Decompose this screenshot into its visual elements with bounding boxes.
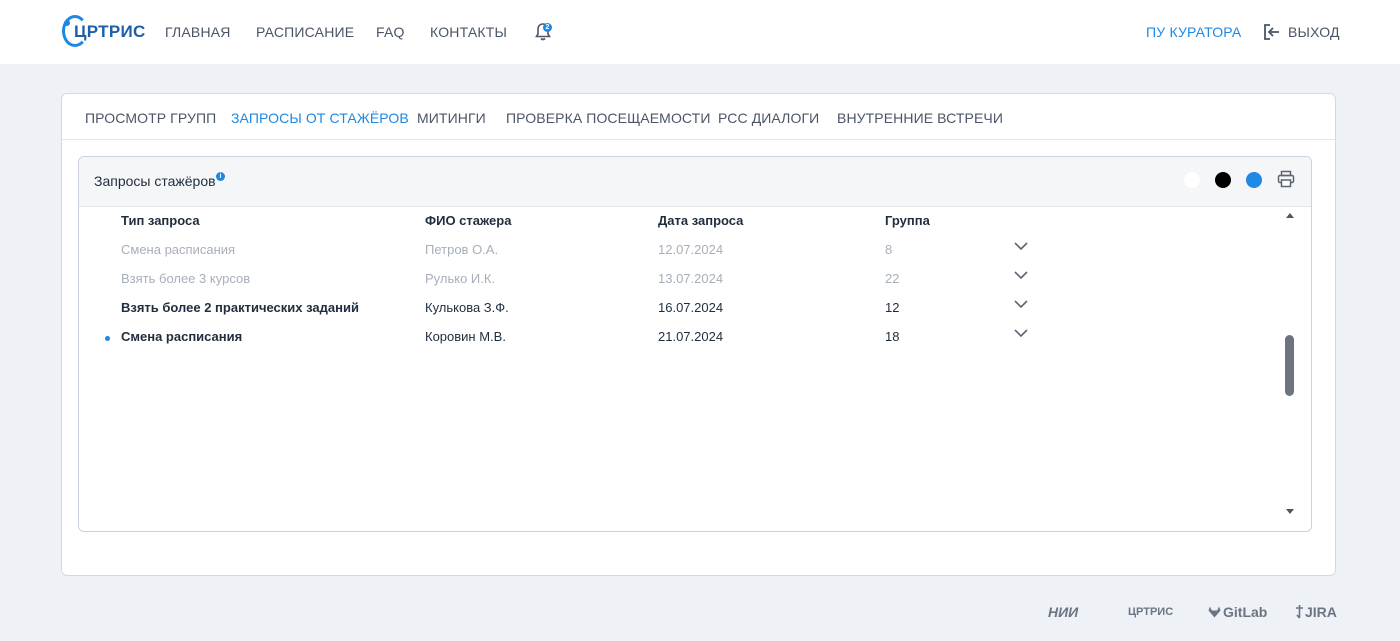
tab-rss-dialogs[interactable]: РСС ДИАЛОГИ — [718, 110, 819, 126]
jira-label: JIRA — [1305, 604, 1337, 620]
tab-meetings[interactable]: МИТИНГИ — [417, 110, 486, 126]
cell-intern-name: Коровин М.В. — [425, 329, 506, 344]
table-row[interactable]: Смена расписания Коровин М.В. 21.07.2024… — [79, 323, 1279, 352]
footer-logo-crtris[interactable]: ЦРТРИС — [1128, 606, 1173, 618]
col-header-date[interactable]: Дата запроса — [658, 213, 743, 228]
theme-blue-swatch[interactable] — [1246, 172, 1262, 188]
col-header-type[interactable]: Тип запроса — [121, 213, 200, 228]
scroll-up-arrow-icon[interactable] — [1286, 213, 1294, 218]
nav-contacts[interactable]: КОНТАКТЫ — [430, 24, 507, 40]
jira-icon — [1296, 605, 1303, 619]
logo[interactable]: ЦРТРИС — [62, 14, 145, 48]
top-navbar: ЦРТРИС ГЛАВНАЯ РАСПИСАНИЕ FAQ КОНТАКТЫ 2… — [0, 0, 1400, 64]
chevron-down-icon[interactable] — [1013, 327, 1029, 339]
cell-request-type: Взять более 3 курсов — [121, 271, 251, 286]
logo-dot-icon — [64, 20, 70, 26]
printer-icon — [1277, 170, 1295, 188]
logo-text: ЦРТРИС — [74, 22, 146, 41]
scroll-down-arrow-icon[interactable] — [1286, 509, 1294, 514]
unread-indicator — [105, 336, 110, 341]
print-button[interactable] — [1277, 170, 1297, 190]
curator-panel-link[interactable]: ПУ КУРАТОРА — [1146, 24, 1241, 40]
notifications-bell-icon[interactable]: 2 — [534, 22, 554, 44]
chevron-down-icon[interactable] — [1013, 298, 1029, 310]
table-row[interactable]: Взять более 2 практических заданий Кульк… — [79, 294, 1279, 323]
card-title: Запросы стажёров — [94, 173, 216, 189]
notification-count-badge: 2 — [543, 23, 552, 32]
logout-icon — [1264, 24, 1279, 40]
theme-black-swatch[interactable] — [1215, 172, 1231, 188]
scrollbar-thumb[interactable] — [1285, 335, 1294, 396]
footer-logo-nii[interactable]: НИИ — [1048, 604, 1078, 620]
cell-group: 8 — [885, 242, 893, 257]
tab-attendance-check[interactable]: ПРОВЕРКА ПОСЕЩАЕМОСТИ — [506, 110, 711, 126]
table-row[interactable]: Взять более 3 курсов Рулько И.К. 13.07.2… — [79, 265, 1279, 294]
cell-request-type: Взять более 2 практических заданий — [121, 300, 359, 315]
col-header-group[interactable]: Группа — [885, 213, 930, 228]
tab-internal-meetings[interactable]: ВНУТРЕННИЕ ВСТРЕЧИ — [837, 110, 1003, 126]
card-header: Запросы стажёров i — [79, 157, 1311, 207]
requests-card: Запросы стажёров i Тип запроса ФИО стаже… — [78, 156, 1312, 532]
chevron-down-icon[interactable] — [1013, 269, 1029, 281]
cell-request-date: 21.07.2024 — [658, 329, 724, 344]
cell-group: 12 — [885, 300, 900, 315]
chevron-down-icon[interactable] — [1013, 240, 1029, 252]
cell-request-type: Смена расписания — [121, 242, 236, 257]
col-header-name[interactable]: ФИО стажера — [425, 213, 511, 228]
tab-bar: ПРОСМОТР ГРУПП ЗАПРОСЫ ОТ СТАЖЁРОВ МИТИН… — [62, 94, 1335, 140]
table-scrollbar[interactable] — [1283, 211, 1297, 515]
logout-button[interactable]: ВЫХОД — [1262, 22, 1340, 44]
cell-intern-name: Петров О.А. — [425, 242, 499, 257]
table-row[interactable]: Смена расписания Петров О.А. 12.07.2024 … — [79, 236, 1279, 265]
cell-request-date: 13.07.2024 — [658, 271, 724, 286]
tab-intern-requests[interactable]: ЗАПРОСЫ ОТ СТАЖЁРОВ — [231, 110, 409, 126]
theme-white-swatch[interactable] — [1184, 172, 1200, 188]
nav-schedule[interactable]: РАСПИСАНИЕ — [256, 24, 354, 40]
cell-group: 22 — [885, 271, 900, 286]
main-panel: ПРОСМОТР ГРУПП ЗАПРОСЫ ОТ СТАЖЁРОВ МИТИН… — [61, 93, 1336, 576]
cell-request-date: 16.07.2024 — [658, 300, 724, 315]
gitlab-icon — [1208, 606, 1221, 618]
logout-label: ВЫХОД — [1288, 24, 1340, 40]
cell-group: 18 — [885, 329, 900, 344]
gitlab-label: GitLab — [1223, 604, 1268, 620]
tab-view-groups[interactable]: ПРОСМОТР ГРУПП — [85, 110, 216, 126]
cell-request-date: 12.07.2024 — [658, 242, 724, 257]
cell-intern-name: Кулькова З.Ф. — [425, 300, 509, 315]
info-icon[interactable]: i — [216, 172, 225, 181]
nav-faq[interactable]: FAQ — [376, 24, 405, 40]
cell-request-type: Смена расписания — [121, 329, 243, 344]
cell-intern-name: Рулько И.К. — [425, 271, 496, 286]
nav-home[interactable]: ГЛАВНАЯ — [165, 24, 231, 40]
